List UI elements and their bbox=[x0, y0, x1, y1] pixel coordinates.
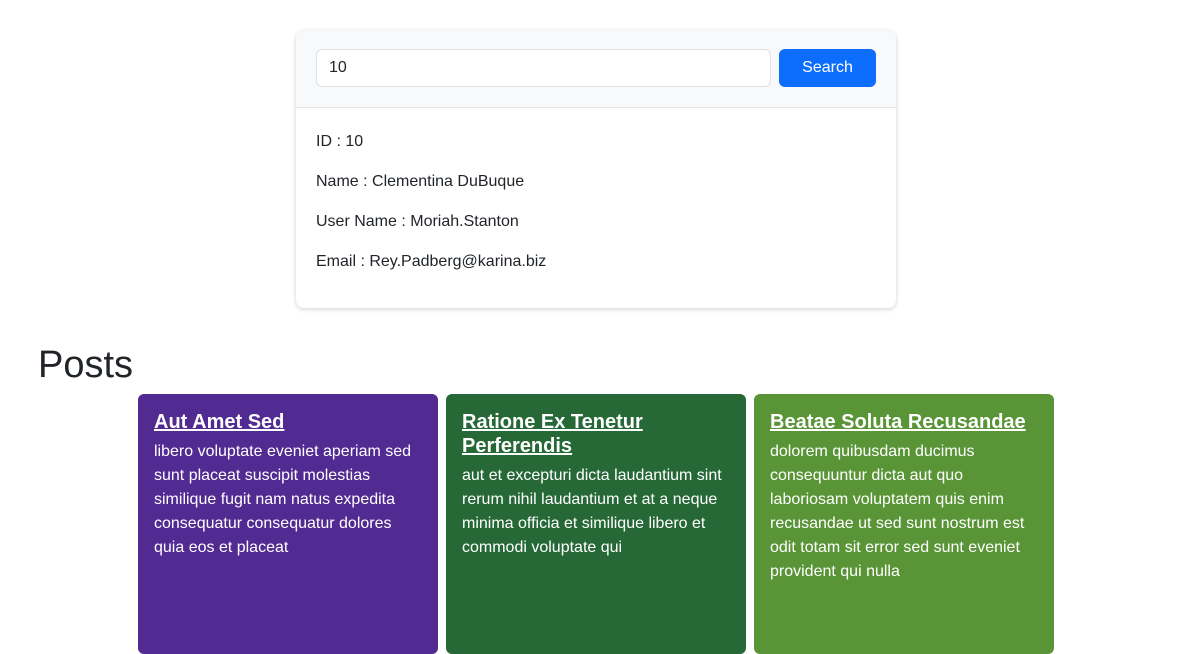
post-title-link[interactable]: Beatae Soluta Recusandae bbox=[770, 410, 1038, 434]
post-body: dolorem quibusdam ducimus consequuntur d… bbox=[770, 443, 1025, 580]
user-id: ID : 10 bbox=[316, 133, 364, 150]
user-email: Email : Rey.Padberg@karina.biz bbox=[316, 253, 547, 270]
user-id-search-input[interactable] bbox=[316, 49, 771, 87]
post-card: Aut Amet Sed libero voluptate eveniet ap… bbox=[138, 394, 438, 654]
post-body: aut et excepturi dicta laudantium sint r… bbox=[462, 467, 722, 556]
search-button[interactable]: Search bbox=[779, 49, 876, 87]
user-name: Name : Clementina DuBuque bbox=[316, 173, 525, 190]
post-title-link[interactable]: Ratione Ex Tenetur Perferendis bbox=[462, 410, 730, 458]
user-details: ID : 10 Name : Clementina DuBuque User N… bbox=[296, 108, 896, 274]
post-title-link[interactable]: Aut Amet Sed bbox=[154, 410, 422, 434]
post-body: libero voluptate eveniet aperiam sed sun… bbox=[154, 443, 412, 556]
post-card: Beatae Soluta Recusandae dolorem quibusd… bbox=[754, 394, 1054, 654]
posts-heading: Posts bbox=[38, 344, 134, 386]
search-bar: Search bbox=[296, 30, 896, 108]
user-username: User Name : Moriah.Stanton bbox=[316, 213, 519, 230]
post-card: Ratione Ex Tenetur Perferendis aut et ex… bbox=[446, 394, 746, 654]
user-search-card: Search ID : 10 Name : Clementina DuBuque… bbox=[296, 30, 896, 308]
